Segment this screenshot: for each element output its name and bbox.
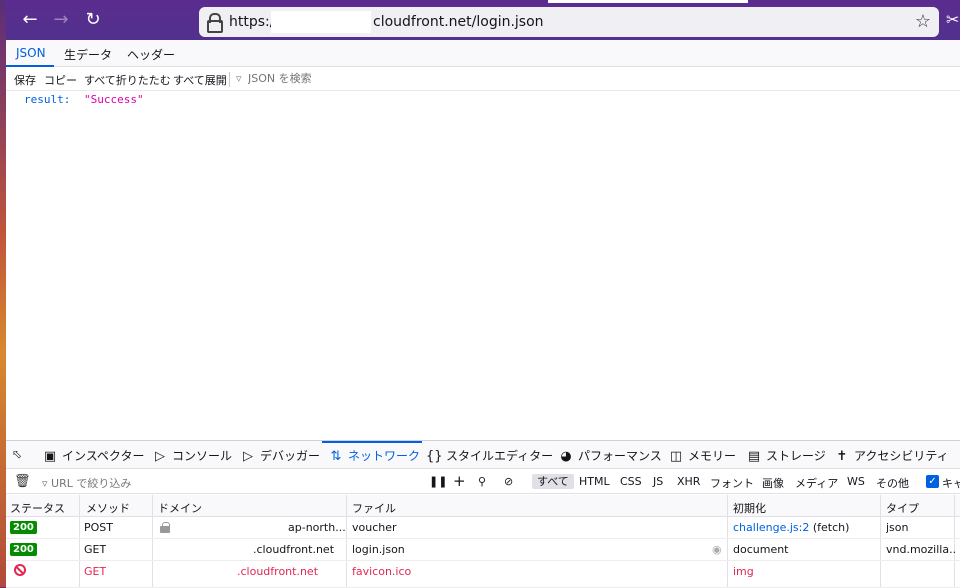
collapse-all-button[interactable]: すべて折りたたむ	[84, 72, 171, 88]
reload-icon[interactable]: ↻	[81, 8, 105, 32]
debugger-icon: ▷	[243, 449, 253, 464]
trash-icon[interactable]: 🗑	[14, 474, 31, 489]
turtle-icon: ◉	[712, 543, 722, 556]
pick-element-icon[interactable]: ⬁	[12, 447, 22, 461]
console-icon: ▷	[155, 449, 165, 464]
tab-performance[interactable]: ◕ パフォーマンス	[558, 447, 661, 464]
back-arrow-icon[interactable]: ←	[18, 8, 42, 32]
type-cell: vnd.mozilla....	[886, 543, 956, 556]
type-cell: json	[886, 521, 909, 534]
filter-icon: ▿	[236, 72, 242, 85]
url-path: cloudfront.net/login.json	[373, 14, 544, 30]
search-icon[interactable]: ⚲	[478, 475, 486, 488]
url-filter-input[interactable]: ▿ URL で絞り込み	[42, 475, 131, 491]
disable-cache-checkbox[interactable]: ✓	[926, 475, 939, 488]
blocked-icon	[14, 564, 26, 576]
initiator-link[interactable]: challenge.js:2	[733, 521, 809, 534]
col-status[interactable]: ステータス	[10, 500, 65, 516]
memory-icon: ◫	[669, 449, 683, 464]
viewer-tabbar: JSON 生データ ヘッダー	[6, 40, 960, 67]
network-icon: ⇅	[330, 449, 342, 464]
initiator-cell: img	[733, 565, 754, 578]
bookmark-star-icon[interactable]: ☆	[915, 11, 931, 32]
filter-xhr[interactable]: XHR	[677, 475, 700, 488]
domain-cell: .cloudfront.net	[253, 543, 335, 556]
lock-icon[interactable]	[207, 13, 223, 33]
tab-accessibility[interactable]: ✝ アクセシビリティ	[834, 447, 949, 464]
col-domain[interactable]: ドメイン	[158, 500, 202, 516]
json-search-input[interactable]	[248, 72, 368, 85]
address-bar[interactable]: https:// cloudfront.net/login.json ☆	[199, 7, 939, 37]
tab-debugger[interactable]: ▷ デバッガー	[240, 447, 320, 464]
tab-inspector[interactable]: ▣ インスペクター	[42, 447, 145, 464]
col-type[interactable]: タイプ	[886, 500, 919, 516]
devtools-tabbar: ⬁ ▣ インスペクター ▷ コンソール ▷ デバッガー ⇅ ネットワーク {} スタイルエ…	[6, 441, 960, 469]
status-badge: 200	[10, 521, 37, 534]
checkbox-label: キャ	[942, 477, 960, 490]
active-tab-indicator	[322, 441, 422, 443]
initiator-cell: challenge.js:2 (fetch)	[733, 521, 850, 534]
url-redacted-host	[271, 11, 371, 33]
status-badge: 200	[10, 543, 37, 556]
method-cell: GET	[84, 565, 107, 578]
tab-console[interactable]: ▷ コンソール	[152, 447, 232, 464]
accessibility-icon: ✝	[836, 449, 848, 464]
json-viewer: JSON 生データ ヘッダー 保存 コピー すべて折りたたむ すべて展開 ▿ r…	[6, 40, 960, 440]
tab-raw-data[interactable]: 生データ	[64, 46, 112, 63]
forward-arrow-icon[interactable]: →	[49, 8, 73, 32]
file-cell: login.json	[352, 543, 405, 556]
filter-css[interactable]: CSS	[620, 475, 642, 488]
copy-button[interactable]: コピー	[44, 72, 77, 88]
method-cell: GET	[84, 543, 107, 556]
inspector-icon: ▣	[43, 449, 57, 464]
braces-icon: {}	[426, 449, 443, 464]
table-row[interactable]: 200 GET .cloudfront.net login.json ◉ doc…	[6, 539, 960, 561]
filter-html[interactable]: HTML	[579, 475, 610, 488]
pause-icon[interactable]: ❚❚	[429, 475, 447, 488]
col-initiator[interactable]: 初期化	[733, 500, 766, 516]
save-button[interactable]: 保存	[14, 72, 36, 88]
json-key: result:	[24, 93, 71, 106]
active-tab-indicator	[6, 65, 54, 67]
col-method[interactable]: メソッド	[86, 500, 130, 516]
extension-icon[interactable]: ✂	[946, 10, 959, 29]
file-cell: voucher	[352, 521, 397, 534]
viewer-actions: 保存 コピー すべて折りたたむ すべて展開 ▿	[6, 68, 960, 91]
network-table-header: ステータス メソッド ドメイン ファイル 初期化 タイプ	[6, 495, 960, 517]
filter-images[interactable]: 画像	[762, 475, 784, 491]
devtools-panel: ⬁ ▣ インスペクター ▷ コンソール ▷ デバッガー ⇅ ネットワーク {} スタイルエ…	[6, 440, 960, 588]
domain-cell: .cloudfront.net	[237, 565, 319, 578]
add-icon[interactable]: +	[453, 472, 466, 490]
storage-icon: ▤	[747, 449, 761, 464]
divider	[229, 72, 230, 87]
window-edge	[548, 0, 748, 3]
filter-other[interactable]: その他	[876, 475, 909, 491]
json-row: result: "Success"	[24, 93, 144, 106]
filter-media[interactable]: メディア	[795, 475, 838, 491]
table-row[interactable]: 200 POST ap-north... voucher challenge.j…	[6, 517, 960, 539]
expand-all-button[interactable]: すべて展開	[173, 72, 227, 88]
domain-cell: ap-north...	[288, 521, 346, 534]
tab-headers[interactable]: ヘッダー	[127, 46, 175, 63]
filter-fonts[interactable]: フォント	[710, 475, 754, 491]
tab-network[interactable]: ⇅ ネットワーク	[328, 447, 420, 464]
tab-json[interactable]: JSON	[16, 46, 46, 60]
filter-all[interactable]: すべて	[532, 474, 574, 489]
method-cell: POST	[84, 521, 113, 534]
file-cell: favicon.ico	[352, 565, 412, 578]
table-row[interactable]: GET .cloudfront.net favicon.ico img	[6, 561, 960, 588]
tab-storage[interactable]: ▤ ストレージ	[746, 447, 826, 464]
lock-icon	[160, 522, 170, 533]
tab-memory[interactable]: ◫ メモリー	[668, 447, 736, 464]
filter-ws[interactable]: WS	[847, 475, 865, 488]
tab-style-editor[interactable]: {} スタイルエディター	[426, 447, 553, 464]
gauge-icon: ◕	[560, 449, 572, 464]
json-value: "Success"	[84, 93, 144, 106]
filter-js[interactable]: JS	[653, 475, 663, 488]
block-icon[interactable]: ⊘	[504, 475, 513, 488]
network-filter-bar: 🗑 ▿ URL で絞り込み ❚❚ + ⚲ ⊘ すべて HTML CSS JS X…	[6, 470, 960, 494]
col-file[interactable]: ファイル	[352, 500, 396, 516]
initiator-cell: document	[733, 543, 789, 556]
